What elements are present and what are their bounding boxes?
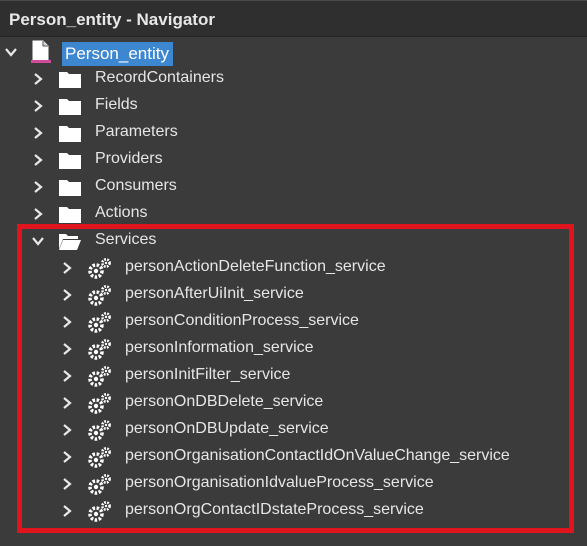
tree-item-service[interactable]: personInitFilter_service [0, 363, 587, 390]
tree-item-parameters[interactable]: Parameters [0, 120, 587, 147]
folder-icon [58, 68, 82, 90]
gears-icon [87, 365, 111, 387]
tree-root-row[interactable]: Person_entity [0, 39, 587, 66]
tree-item-service[interactable]: personOrgContactIDstateProcess_service [0, 498, 587, 525]
chevron-right-icon[interactable] [32, 181, 44, 193]
tree-root-label[interactable]: Person_entity [62, 42, 173, 66]
folder-label: Fields [95, 96, 138, 113]
service-label: personAfterUiInit_service [125, 285, 304, 302]
service-label: personOrganisationContactIdOnValueChange… [125, 447, 510, 464]
tree-item-service[interactable]: personOrganisationIdvalueProcess_service [0, 471, 587, 498]
tree-item-service[interactable]: personOrganisationContactIdOnValueChange… [0, 444, 587, 471]
chevron-down-icon[interactable] [5, 46, 17, 58]
chevron-right-icon[interactable] [61, 370, 73, 382]
folder-icon [58, 95, 82, 117]
gears-icon [87, 419, 111, 441]
folder-icon [58, 176, 82, 198]
service-label: personInitFilter_service [125, 366, 291, 383]
gears-icon [87, 392, 111, 414]
folder-label: Providers [95, 150, 163, 167]
gears-icon [87, 446, 111, 468]
service-label: personConditionProcess_service [125, 312, 359, 329]
tree-item-service[interactable]: personOnDBDelete_service [0, 390, 587, 417]
folder-label: Actions [95, 204, 148, 221]
folder-label: RecordContainers [95, 69, 224, 86]
tree-item-consumers[interactable]: Consumers [0, 174, 587, 201]
tree-item-recordcontainers[interactable]: RecordContainers [0, 66, 587, 93]
folder-icon [58, 203, 82, 225]
gears-icon [87, 257, 111, 279]
folder-label: Consumers [95, 177, 177, 194]
tree-item-service[interactable]: personOnDBUpdate_service [0, 417, 587, 444]
folder-open-icon [58, 230, 82, 252]
chevron-right-icon[interactable] [61, 478, 73, 490]
chevron-right-icon[interactable] [32, 127, 44, 139]
chevron-right-icon[interactable] [61, 424, 73, 436]
navigator-tree[interactable]: Person_entity RecordContainers Fields Pa… [0, 37, 587, 546]
chevron-right-icon[interactable] [61, 397, 73, 409]
tree-item-actions[interactable]: Actions [0, 201, 587, 228]
folder-label: Services [95, 231, 157, 248]
tree-item-service[interactable]: personActionDeleteFunction_service [0, 255, 587, 282]
folder-icon [58, 149, 82, 171]
tree-item-service[interactable]: personAfterUiInit_service [0, 282, 587, 309]
chevron-right-icon[interactable] [32, 73, 44, 85]
chevron-right-icon[interactable] [32, 100, 44, 112]
chevron-right-icon[interactable] [32, 208, 44, 220]
gears-icon [87, 338, 111, 360]
chevron-right-icon[interactable] [61, 343, 73, 355]
gears-icon [87, 500, 111, 522]
tree-item-fields[interactable]: Fields [0, 93, 587, 120]
tree-item-service[interactable]: personConditionProcess_service [0, 309, 587, 336]
tree-item-providers[interactable]: Providers [0, 147, 587, 174]
service-label: personOnDBUpdate_service [125, 420, 329, 437]
gears-icon [87, 311, 111, 333]
chevron-right-icon[interactable] [61, 262, 73, 274]
chevron-right-icon[interactable] [61, 451, 73, 463]
folder-label: Parameters [95, 123, 178, 140]
folder-icon [58, 122, 82, 144]
chevron-right-icon[interactable] [61, 505, 73, 517]
gears-icon [87, 284, 111, 306]
gears-icon [87, 473, 111, 495]
service-label: personOrgContactIDstateProcess_service [125, 501, 424, 518]
chevron-right-icon[interactable] [61, 289, 73, 301]
service-label: personOrganisationIdvalueProcess_service [125, 474, 434, 491]
service-label: personInformation_service [125, 339, 314, 356]
window-title: Person_entity - Navigator [9, 10, 215, 29]
chevron-down-icon[interactable] [32, 235, 44, 247]
tree-item-services[interactable]: Services [0, 228, 587, 255]
tree-item-service[interactable]: personInformation_service [0, 336, 587, 363]
navigator-titlebar: Person_entity - Navigator [0, 0, 587, 37]
chevron-right-icon[interactable] [32, 154, 44, 166]
service-label: personOnDBDelete_service [125, 393, 324, 410]
chevron-right-icon[interactable] [61, 316, 73, 328]
service-label: personActionDeleteFunction_service [125, 258, 386, 275]
